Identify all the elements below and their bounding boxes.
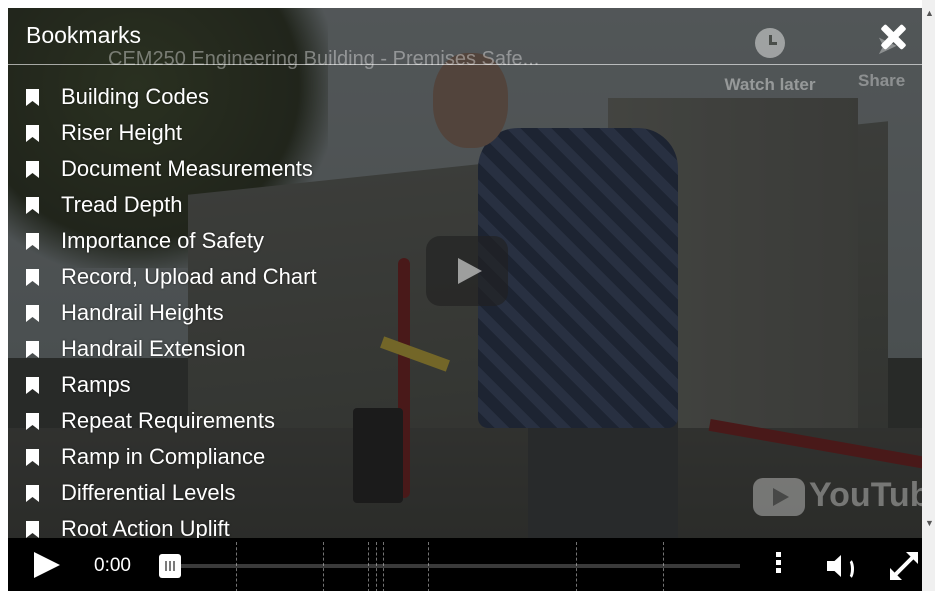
- bookmark-label: Ramps: [61, 372, 131, 397]
- chapter-marker: [383, 542, 384, 591]
- bookmark-icon: [26, 88, 39, 106]
- bookmark-item[interactable]: Document Measurements: [26, 151, 317, 187]
- bookmark-icon: [26, 448, 39, 466]
- bookmark-icon: [26, 376, 39, 394]
- bookmark-label: Repeat Requirements: [61, 408, 276, 433]
- youtube-logo[interactable]: YouTube: [753, 476, 922, 517]
- page-scrollbar[interactable]: ▲ ▼: [922, 0, 935, 591]
- chapter-marker: [323, 542, 324, 591]
- watch-later-label: Watch later: [724, 75, 816, 94]
- bookmarks-header: Bookmarks: [8, 8, 922, 65]
- fullscreen-icon[interactable]: [890, 552, 918, 580]
- chapter-marker: [576, 542, 577, 591]
- bookmark-item[interactable]: Handrail Heights: [26, 295, 317, 331]
- bookmark-item[interactable]: Record, Upload and Chart: [26, 259, 317, 295]
- bookmark-icon: [26, 196, 39, 214]
- chapter-marker: [428, 542, 429, 591]
- chapter-marker: [236, 542, 237, 591]
- bookmark-item[interactable]: Tread Depth: [26, 187, 317, 223]
- bookmark-list: Building Codes Riser Height Document Measu…: [26, 79, 317, 547]
- scroll-up-icon[interactable]: ▲: [925, 8, 934, 18]
- more-vertical-icon[interactable]: [776, 552, 784, 580]
- bookmark-item[interactable]: Building Codes: [26, 79, 317, 115]
- scroll-down-icon[interactable]: ▼: [925, 518, 934, 528]
- bookmark-label: Document Measurements: [61, 156, 313, 181]
- bookmark-item[interactable]: Handrail Extension: [26, 331, 317, 367]
- bookmark-item[interactable]: Differential Levels: [26, 475, 317, 511]
- youtube-play-icon: [753, 478, 805, 517]
- bookmark-icon: [26, 232, 39, 250]
- bookmark-label: Record, Upload and Chart: [61, 264, 317, 289]
- bookmark-icon: [26, 124, 39, 142]
- chapter-marker: [376, 542, 377, 591]
- bookmark-label: Handrail Extension: [61, 336, 246, 361]
- volume-icon[interactable]: [825, 552, 859, 580]
- progress-handle[interactable]: [159, 554, 181, 578]
- control-bar: 0:00: [8, 538, 922, 591]
- play-icon[interactable]: [30, 550, 60, 580]
- bookmark-item[interactable]: Ramps: [26, 367, 317, 403]
- current-time: 0:00: [94, 555, 131, 576]
- bookmark-item[interactable]: Ramp in Compliance: [26, 439, 317, 475]
- bookmark-label: Ramp in Compliance: [61, 444, 266, 469]
- progress-track[interactable]: [178, 542, 740, 591]
- bookmark-icon: [26, 520, 39, 538]
- bookmark-icon: [26, 160, 39, 178]
- bookmark-label: Tread Depth: [61, 192, 183, 217]
- video-player[interactable]: CEM250 Engineering Building - Premises S…: [8, 8, 922, 591]
- bookmark-item[interactable]: Riser Height: [26, 115, 317, 151]
- bookmark-label: Importance of Safety: [61, 228, 264, 253]
- bookmark-icon: [26, 412, 39, 430]
- bookmark-label: Building Codes: [61, 84, 209, 109]
- chapter-marker: [368, 542, 369, 591]
- youtube-logo-text: YouTube: [809, 476, 922, 514]
- chapter-marker: [663, 542, 664, 591]
- share-label: Share: [858, 71, 906, 90]
- close-icon[interactable]: [876, 20, 910, 54]
- bookmark-item[interactable]: Repeat Requirements: [26, 403, 317, 439]
- bookmarks-title: Bookmarks: [26, 22, 142, 48]
- bookmark-icon: [26, 484, 39, 502]
- bookmark-label: Riser Height: [61, 120, 183, 145]
- bookmark-label: Handrail Heights: [61, 300, 224, 325]
- bookmark-icon: [26, 340, 39, 358]
- center-play-button[interactable]: [426, 236, 508, 306]
- bookmark-label: Differential Levels: [61, 480, 236, 505]
- bookmark-item[interactable]: Importance of Safety: [26, 223, 317, 259]
- bookmark-icon: [26, 268, 39, 286]
- bookmark-icon: [26, 304, 39, 322]
